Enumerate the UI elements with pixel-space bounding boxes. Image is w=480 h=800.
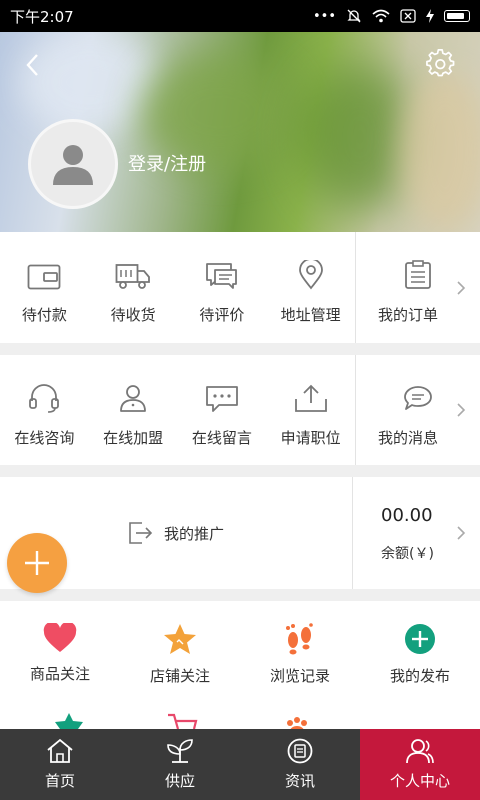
sim-off-icon [400, 9, 416, 23]
tab-home[interactable]: 首页 [0, 729, 120, 800]
services-section: 在线咨询 在线加盟 在线留言 申请职位 我的消息 [0, 355, 480, 465]
settings-button[interactable] [426, 48, 456, 79]
cart-icon [168, 713, 198, 729]
star-icon [164, 624, 196, 654]
balance-button[interactable]: 00.00 余额(￥) [352, 477, 480, 589]
home-icon [47, 738, 73, 763]
gear-icon [426, 48, 455, 77]
footprint-icon [287, 717, 307, 729]
my-posts-button[interactable]: 我的发布 [360, 601, 480, 729]
order-list-icon [405, 260, 431, 289]
pending-payment-button[interactable]: 待付款 [0, 232, 89, 343]
tab-news[interactable]: 资讯 [240, 729, 360, 800]
charging-icon [426, 9, 434, 23]
wifi-icon [372, 9, 390, 23]
chevron-left-icon [26, 54, 38, 76]
default-user-icon [53, 145, 93, 185]
profile-header: 登录/注册 [0, 32, 480, 232]
balance-label: 余额(￥) [381, 546, 434, 562]
pending-review-button[interactable]: 待评价 [178, 232, 267, 343]
status-icons: ••• [313, 8, 470, 24]
chevron-right-icon [457, 403, 466, 417]
balance-amount: 00.00 [381, 505, 433, 526]
plus-icon [25, 551, 49, 575]
exit-share-icon [129, 522, 153, 544]
my-orders-button[interactable]: 我的订单 [355, 232, 480, 343]
pending-delivery-button[interactable]: 待收货 [89, 232, 178, 343]
footprint-icon [286, 623, 313, 655]
heart-icon [43, 623, 77, 652]
more-dots-icon: ••• [312, 8, 336, 24]
online-consult-button[interactable]: 在线咨询 [0, 355, 89, 465]
orders-section: 待付款 待收货 待评价 地址管理 我的订单 [0, 232, 480, 343]
location-pin-icon [298, 260, 323, 290]
login-register-link[interactable]: 登录/注册 [128, 150, 206, 176]
address-management-button[interactable]: 地址管理 [266, 232, 355, 343]
online-message-button[interactable]: 在线留言 [178, 355, 267, 465]
person-icon [406, 739, 434, 764]
floating-add-button[interactable] [7, 533, 67, 593]
chat-bubble-icon [404, 386, 432, 410]
tab-personal-center[interactable]: 个人中心 [360, 729, 480, 800]
status-time: 下午2:07 [10, 7, 74, 26]
apply-job-button[interactable]: 申请职位 [266, 355, 355, 465]
truck-icon [115, 264, 151, 289]
bottom-tab-bar: 首页 供应 资讯 个人中心 [0, 729, 480, 800]
my-messages-button[interactable]: 我的消息 [355, 355, 480, 465]
plant-icon [167, 739, 193, 763]
back-button[interactable] [18, 50, 48, 80]
plus-circle-icon [405, 624, 435, 654]
chevron-right-icon [457, 280, 466, 295]
upload-icon [294, 384, 327, 412]
news-icon [287, 738, 313, 764]
message-icon [205, 386, 238, 412]
favorites-section: 商品关注 店铺关注 浏览记录 我的发布 [0, 601, 480, 729]
mute-bell-icon [347, 9, 361, 23]
wallet-icon [27, 264, 61, 290]
user-icon [120, 385, 147, 412]
status-bar: 下午2:07 ••• [0, 0, 480, 32]
tab-supply[interactable]: 供应 [120, 729, 240, 800]
chevron-right-icon [457, 526, 466, 540]
online-join-button[interactable]: 在线加盟 [89, 355, 178, 465]
headset-icon [29, 384, 60, 413]
promotion-balance-section: 我的推广 00.00 余额(￥) [0, 477, 480, 589]
battery-icon [444, 10, 470, 22]
star-icon [55, 713, 83, 729]
review-icon [205, 263, 237, 289]
avatar[interactable] [28, 119, 118, 209]
